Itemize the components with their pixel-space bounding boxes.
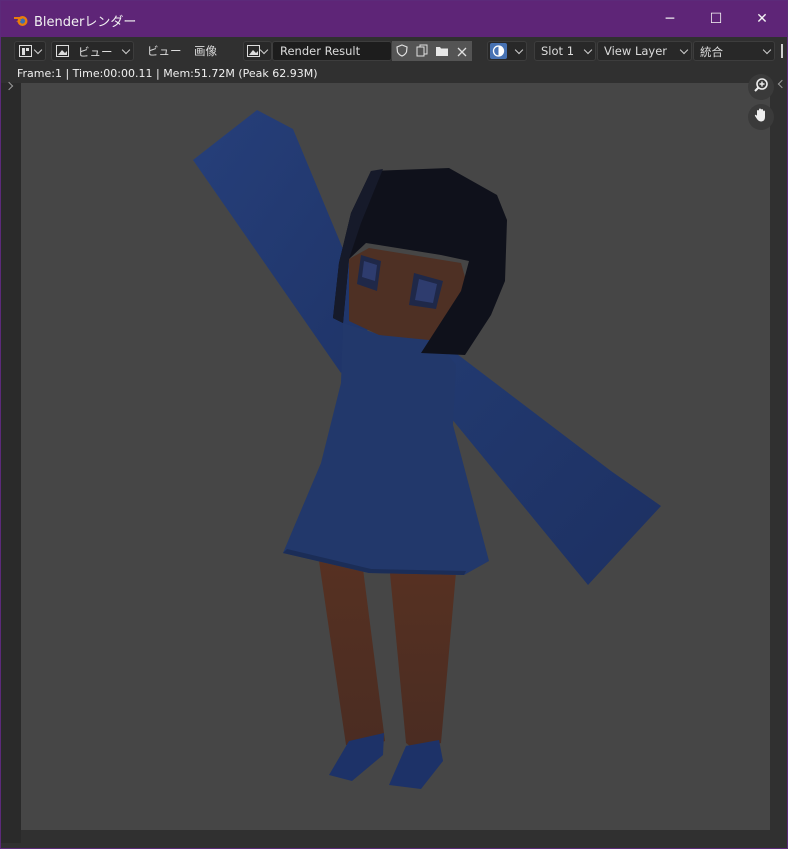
chevron-down-icon <box>514 45 524 55</box>
unlink-image-button[interactable] <box>452 41 472 61</box>
shield-icon <box>396 42 408 61</box>
chevron-down-icon <box>33 45 43 55</box>
image-icon <box>56 45 69 60</box>
close-icon: ✕ <box>756 11 768 27</box>
title-bar: Blenderレンダー ─ ☐ ✕ <box>1 1 787 37</box>
zoom-button[interactable] <box>748 74 774 100</box>
view-layer-label: View Layer <box>604 44 668 58</box>
header-scroll-edge <box>781 44 783 58</box>
editor-type-dropdown[interactable] <box>14 41 46 61</box>
minimize-button[interactable]: ─ <box>647 1 693 37</box>
window-title: Blenderレンダー <box>34 15 137 30</box>
close-button[interactable]: ✕ <box>739 1 785 37</box>
image-name-value: Render Result <box>280 44 361 58</box>
image-icon <box>247 45 260 60</box>
view-mode-dropdown[interactable]: ビュー <box>51 41 134 61</box>
image-menu[interactable]: 画像 <box>194 41 224 61</box>
view-layer-dropdown[interactable]: View Layer <box>597 41 692 61</box>
chevron-down-icon <box>762 45 772 55</box>
chevron-down-icon <box>259 45 269 55</box>
render-pass-dropdown[interactable]: 統合 <box>693 41 775 61</box>
zoom-in-icon <box>753 77 769 97</box>
image-viewport[interactable] <box>21 83 770 830</box>
minimize-icon: ─ <box>665 11 675 27</box>
browse-image-button[interactable] <box>243 41 272 61</box>
blender-icon <box>13 12 29 26</box>
image-name-field[interactable]: Render Result <box>272 41 392 61</box>
chevron-down-icon <box>679 45 689 55</box>
render-window: Blenderレンダー ─ ☐ ✕ ビュー ビュー 画像 Render Resu… <box>0 0 788 849</box>
image-menu-label: 画像 <box>194 44 217 58</box>
view-menu[interactable]: ビュー <box>147 41 183 61</box>
toolbar-region <box>1 81 21 843</box>
open-image-button[interactable] <box>432 41 452 61</box>
duplicate-icon <box>416 42 428 61</box>
hand-icon <box>753 107 769 127</box>
color-alpha-icon <box>490 43 507 59</box>
chevron-down-icon <box>121 45 131 55</box>
view-mode-label: ビュー <box>78 45 113 59</box>
slot-label: Slot 1 <box>541 44 575 58</box>
expand-toolbar-icon[interactable] <box>4 81 14 91</box>
fake-user-button[interactable] <box>392 41 412 61</box>
new-image-button[interactable] <box>412 41 432 61</box>
render-result-image <box>193 110 661 789</box>
image-editor-icon <box>19 45 32 60</box>
slot-dropdown[interactable]: Slot 1 <box>534 41 596 61</box>
maximize-icon: ☐ <box>709 11 723 27</box>
render-pass-label: 統合 <box>700 45 723 59</box>
view-menu-label: ビュー <box>147 44 182 58</box>
render-info-bar: Frame:1 | Time:00:00.11 | Mem:51.72M (Pe… <box>1 65 787 83</box>
pan-button[interactable] <box>748 104 774 130</box>
close-icon <box>457 42 467 61</box>
render-stats: Frame:1 | Time:00:00.11 | Mem:51.72M (Pe… <box>17 67 318 80</box>
image-editor-header: ビュー ビュー 画像 Render Result Slot 1 View Lay… <box>1 37 787 65</box>
folder-icon <box>435 42 449 61</box>
chevron-down-icon <box>583 45 593 55</box>
display-channels-dropdown[interactable] <box>487 41 527 61</box>
maximize-button[interactable]: ☐ <box>693 1 739 37</box>
